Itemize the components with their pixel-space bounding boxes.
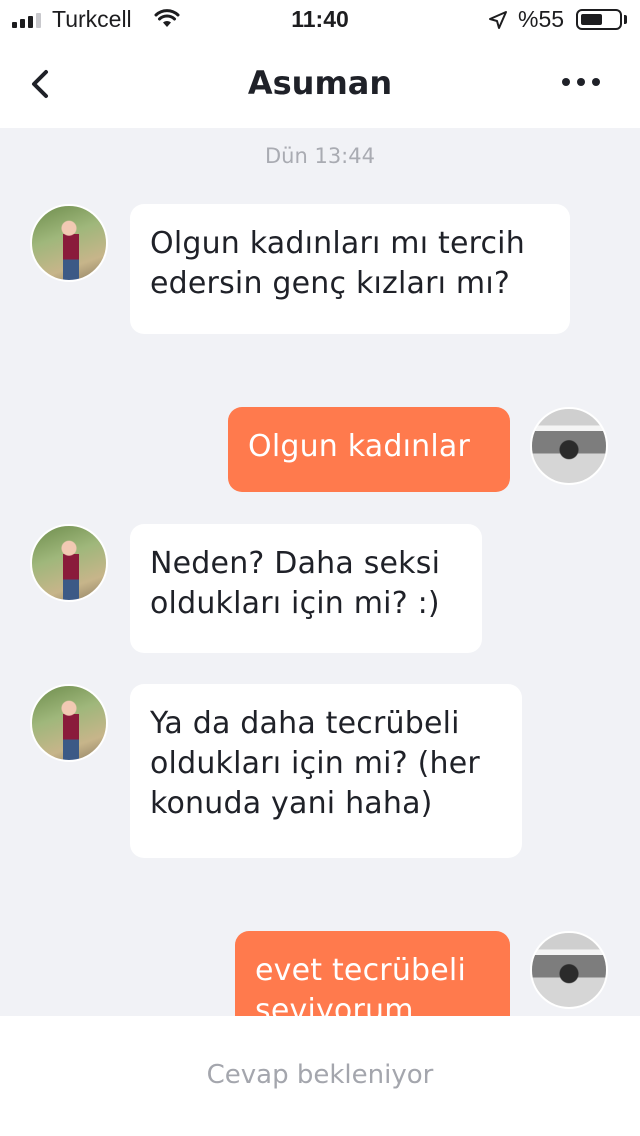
more-horizontal-icon[interactable]: [562, 78, 600, 86]
avatar[interactable]: [530, 931, 608, 1009]
incoming-message: Olgun kadınları mı tercih edersin genç k…: [130, 204, 570, 334]
avatar[interactable]: [30, 684, 108, 762]
outgoing-message: Olgun kadınlar: [228, 407, 510, 492]
battery-icon: [576, 9, 622, 30]
incoming-message: Neden? Daha seksi oldukları için mi? :): [130, 524, 482, 653]
reply-status-bar: Cevap bekleniyor: [0, 1016, 640, 1136]
battery-percentage: %55: [518, 6, 565, 32]
outgoing-message: evet tecrübeli seviyorum: [235, 931, 510, 1016]
contact-name[interactable]: Asuman: [0, 64, 640, 102]
battery-tip: [624, 15, 627, 24]
avatar[interactable]: [530, 407, 608, 485]
message-timestamp: Dün 13:44: [265, 144, 375, 168]
incoming-message: Ya da daha tecrübeli oldukları için mi? …: [130, 684, 522, 858]
location-arrow-icon: [489, 11, 507, 29]
status-bar: Turkcell 11:40 %55: [0, 0, 640, 40]
avatar[interactable]: [30, 524, 108, 602]
avatar[interactable]: [30, 204, 108, 282]
chat-header: Asuman: [0, 40, 640, 128]
waiting-reply-label: Cevap bekleniyor: [206, 1060, 434, 1090]
message-list[interactable]: Dün 13:44 Olgun kadınları mı tercih eder…: [0, 128, 640, 1016]
